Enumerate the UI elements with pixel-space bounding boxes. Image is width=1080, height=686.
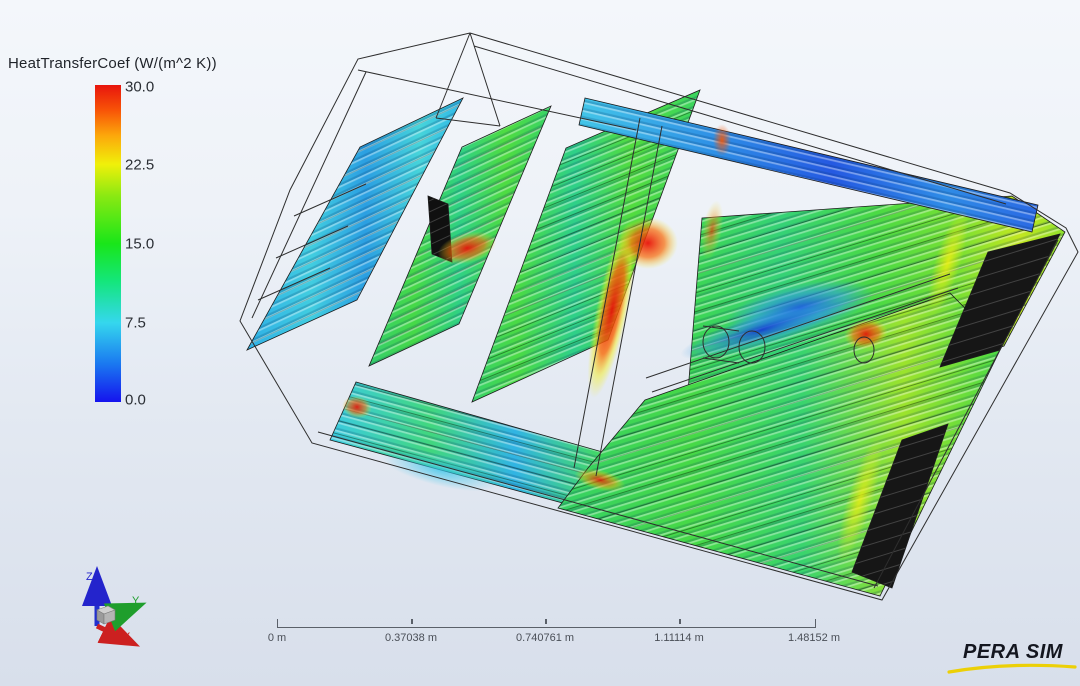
legend-tick: 22.5	[125, 157, 154, 174]
axis-triad: Z Y X	[70, 558, 160, 653]
wireframe-edge	[470, 33, 500, 126]
hotspot-center-upper	[618, 217, 678, 269]
logo-text: PERA SIM	[963, 641, 1063, 664]
y-axis-label: Y	[132, 595, 140, 607]
legend-tick: 7.5	[125, 315, 146, 332]
legend-tick-min: 0.0	[125, 392, 146, 409]
origin-cube	[97, 606, 115, 624]
x-axis-label: X	[123, 631, 131, 643]
ruler-label-0: 0 m	[268, 632, 286, 644]
scale-ruler-line	[277, 619, 816, 628]
hotspot-channel-top	[713, 124, 731, 156]
z-axis-label: Z	[86, 571, 93, 583]
legend-title: HeatTransferCoef (W/(m^2 K))	[8, 55, 228, 72]
pera-sim-logo: PERA SIM	[945, 636, 1080, 680]
legend-tick-labels: 30.0 22.5 15.0 7.5 0.0	[125, 85, 185, 402]
ruler-label-4: 1.48152 m	[788, 632, 840, 644]
ruler-label-1: 0.37038 m	[385, 632, 437, 644]
x-axis-arrow	[97, 626, 122, 638]
scale-ruler: 0 m 0.37038 m 0.740761 m 1.11114 m 1.481…	[250, 608, 850, 648]
legend-tick-max: 30.0	[125, 79, 154, 96]
ruler-label-3: 1.11114 m	[654, 632, 704, 644]
ruler-label-2: 0.740761 m	[516, 632, 574, 644]
legend-tick: 15.0	[125, 236, 154, 253]
render-viewport: HeatTransferCoef (W/(m^2 K)) 30.0 22.5	[0, 0, 1080, 686]
legend-colorbar	[95, 85, 121, 402]
color-legend: HeatTransferCoef (W/(m^2 K)) 30.0 22.5	[8, 55, 228, 72]
